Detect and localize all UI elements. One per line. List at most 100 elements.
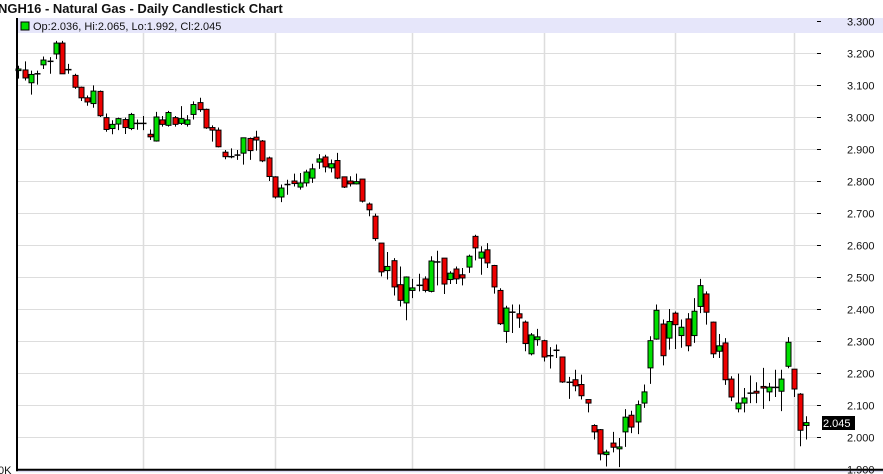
candle-body-down xyxy=(572,379,579,387)
candle xyxy=(128,112,135,131)
candle xyxy=(685,313,692,352)
candle-body-down xyxy=(209,127,216,131)
candle-body-up xyxy=(716,345,723,352)
candle-body-down xyxy=(322,156,329,168)
candle xyxy=(341,176,348,189)
candle-body-up xyxy=(128,113,135,130)
candle-body-down xyxy=(597,429,604,455)
candle xyxy=(359,178,366,203)
candle-body-up xyxy=(115,118,122,125)
candlestick-chart[interactable]: Op:2.036, Hi:2.065, Lo:1.992, Cl:2.045 0… xyxy=(0,0,883,474)
candle-body-down xyxy=(341,176,348,188)
volume-axis-label: 0K xyxy=(0,465,12,474)
candle-body-down xyxy=(703,293,710,313)
y-tick-label: 2.700 xyxy=(847,209,875,221)
candle-body-up xyxy=(153,116,160,142)
candle-body-down xyxy=(422,278,429,291)
candle-body-down xyxy=(685,318,692,347)
candle-body-down xyxy=(78,86,85,99)
candle-body-down xyxy=(259,140,266,162)
candle-body-down xyxy=(472,235,479,249)
candle-body-up xyxy=(466,255,473,268)
candle xyxy=(422,276,429,293)
candle-body-down xyxy=(578,384,585,397)
candle-body-up xyxy=(766,386,773,393)
y-tick-label: 2.100 xyxy=(847,401,875,413)
candle-body-up xyxy=(40,59,47,66)
candle-body-up xyxy=(384,265,391,272)
candle-body-down xyxy=(222,151,229,158)
candle-body-up xyxy=(778,378,785,392)
candle-body-down xyxy=(441,257,448,285)
candle-body-down xyxy=(672,312,679,326)
y-tick-label: 1.900 xyxy=(847,465,875,474)
candle-body-down xyxy=(453,268,460,280)
candle-body-down xyxy=(522,321,529,345)
candle-body-down xyxy=(541,340,548,358)
candle-body-up xyxy=(53,42,60,55)
candle xyxy=(378,242,385,277)
candle-body-up xyxy=(622,416,629,433)
candle-body-down xyxy=(366,203,373,211)
candle-body-down xyxy=(516,313,523,319)
candle-body-down xyxy=(628,414,635,428)
candle-body-up xyxy=(678,326,685,337)
candle-body-down xyxy=(797,393,804,431)
candle-body-down xyxy=(760,385,767,389)
candle-body-down xyxy=(660,323,667,357)
candle-body-up xyxy=(428,260,435,292)
y-axis: 3.300 3.200 3.100 3.000 2.900 2.800 2.700 2.600… xyxy=(817,17,875,474)
candle-body-down xyxy=(372,215,379,240)
y-tick-label: 2.400 xyxy=(847,305,875,317)
y-tick-label: 3.100 xyxy=(847,81,875,93)
candle xyxy=(728,376,735,402)
candle xyxy=(559,356,566,383)
candle-body-down xyxy=(159,119,166,125)
candle-body-down xyxy=(59,42,66,75)
y-tick-label: 3.000 xyxy=(847,113,875,125)
candle-body-down xyxy=(391,260,398,288)
candle-body-down xyxy=(459,274,466,279)
y-tick-label: 2.200 xyxy=(847,369,875,381)
candle-body-up xyxy=(409,287,416,291)
legend-swatch-icon xyxy=(20,21,30,31)
candle-body-down xyxy=(722,342,729,381)
ohlc-legend: Op:2.036, Hi:2.065, Lo:1.992, Cl:2.045 xyxy=(33,21,221,33)
candle-body-up xyxy=(653,309,660,340)
candle xyxy=(59,40,66,75)
candle-body-up xyxy=(178,118,185,124)
candle-body-down xyxy=(491,264,498,288)
y-tick-label: 2.500 xyxy=(847,273,875,285)
candle xyxy=(428,256,435,293)
candle-body-down xyxy=(247,137,254,152)
candle-body-up xyxy=(785,341,792,367)
candle-body-up xyxy=(328,163,335,169)
candle-body-down xyxy=(215,129,222,148)
candle-body-down xyxy=(266,157,273,178)
candle-body-down xyxy=(347,180,354,185)
candle-body-up xyxy=(666,320,673,339)
candle xyxy=(722,338,729,385)
candle xyxy=(259,140,266,163)
candle-body-down xyxy=(97,90,104,117)
candle xyxy=(372,213,379,241)
candle-body-down xyxy=(197,102,204,111)
candle-body-up xyxy=(697,285,704,307)
candle-body-up xyxy=(616,446,623,450)
candle-body-up xyxy=(603,451,610,456)
candle xyxy=(203,108,210,129)
candle-body-down xyxy=(359,178,366,202)
candle-body-down xyxy=(378,242,385,273)
candle-body-up xyxy=(691,310,698,337)
candle-body-up xyxy=(534,336,541,341)
candle xyxy=(497,288,504,325)
candle xyxy=(165,110,172,127)
candle-body-down xyxy=(334,160,341,179)
candle-body-up xyxy=(109,123,116,130)
candle xyxy=(710,321,717,358)
candle-body-down xyxy=(291,180,298,185)
candle-body-down xyxy=(272,176,279,198)
candle-body-down xyxy=(84,97,91,103)
candle-body-down xyxy=(397,284,404,301)
candle-body-down xyxy=(72,74,79,88)
